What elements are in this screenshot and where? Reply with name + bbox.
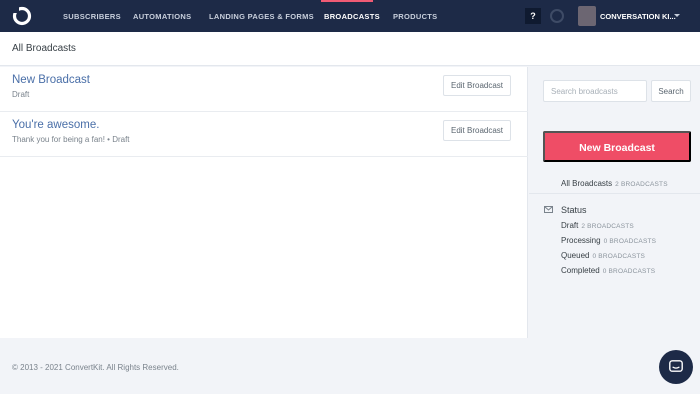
- convertkit-logo-icon[interactable]: [12, 6, 32, 26]
- filter-status-processing[interactable]: Processing 0 BROADCASTS: [561, 236, 656, 245]
- list-item: New Broadcast Draft Edit Broadcast: [0, 67, 528, 112]
- new-broadcast-button[interactable]: New Broadcast: [543, 131, 691, 162]
- filter-status-draft[interactable]: Draft 2 BROADCASTS: [561, 221, 634, 230]
- broadcast-status: Thank you for being a fan! • Draft: [12, 135, 130, 144]
- nav-broadcasts[interactable]: BROADCASTS: [324, 0, 380, 32]
- help-button[interactable]: ?: [525, 8, 541, 24]
- broadcast-title-link[interactable]: New Broadcast: [12, 74, 90, 86]
- top-navigation: SUBSCRIBERS AUTOMATIONS LANDING PAGES & …: [0, 0, 700, 32]
- filter-count: 2 BROADCASTS: [581, 223, 634, 230]
- search-input[interactable]: [543, 80, 647, 102]
- list-item: You're awesome. Thank you for being a fa…: [0, 112, 528, 157]
- broadcast-title-link[interactable]: You're awesome.: [12, 119, 99, 131]
- nav-automations[interactable]: AUTOMATIONS: [133, 0, 191, 32]
- edit-broadcast-button[interactable]: Edit Broadcast: [443, 75, 511, 96]
- spinner-icon: [550, 9, 564, 23]
- page-title: All Broadcasts: [12, 43, 76, 54]
- footer-copyright: © 2013 - 2021 ConvertKit. All Rights Res…: [12, 363, 179, 372]
- avatar[interactable]: [578, 6, 596, 26]
- filter-label: Draft: [561, 221, 579, 230]
- filter-count: 2 BROADCASTS: [615, 181, 668, 188]
- nav-subscribers[interactable]: SUBSCRIBERS: [63, 0, 121, 32]
- filter-label: Processing: [561, 236, 601, 245]
- search-button[interactable]: Search: [651, 80, 691, 102]
- filter-count: 0 BROADCASTS: [602, 268, 656, 275]
- filter-count: 0 BROADCASTS: [592, 253, 646, 260]
- edit-broadcast-button[interactable]: Edit Broadcast: [443, 120, 511, 141]
- chevron-down-icon[interactable]: [674, 14, 680, 17]
- filter-label: Queued: [561, 251, 590, 260]
- broadcast-list: New Broadcast Draft Edit Broadcast You'r…: [0, 67, 528, 338]
- filter-all-broadcasts[interactable]: All Broadcasts 2 BROADCASTS: [561, 179, 668, 188]
- status-heading: Status: [561, 205, 587, 215]
- filter-label: Completed: [561, 266, 600, 275]
- filter-status-queued[interactable]: Queued 0 BROADCASTS: [561, 251, 645, 260]
- page-header: All Broadcasts: [0, 32, 700, 66]
- filter-count: 0 BROADCASTS: [603, 238, 657, 245]
- sidebar-divider: [529, 193, 700, 194]
- account-menu[interactable]: CONVERSATION KI...: [600, 0, 676, 32]
- envelope-icon: [544, 206, 553, 213]
- chat-icon: [669, 360, 683, 372]
- broadcast-status: Draft: [12, 90, 30, 99]
- nav-products[interactable]: PRODUCTS: [393, 0, 438, 32]
- nav-landing-pages-forms[interactable]: LANDING PAGES & FORMS: [209, 0, 314, 32]
- chat-button[interactable]: [659, 350, 693, 384]
- filter-status-completed[interactable]: Completed 0 BROADCASTS: [561, 266, 655, 275]
- filter-label: All Broadcasts: [561, 179, 613, 188]
